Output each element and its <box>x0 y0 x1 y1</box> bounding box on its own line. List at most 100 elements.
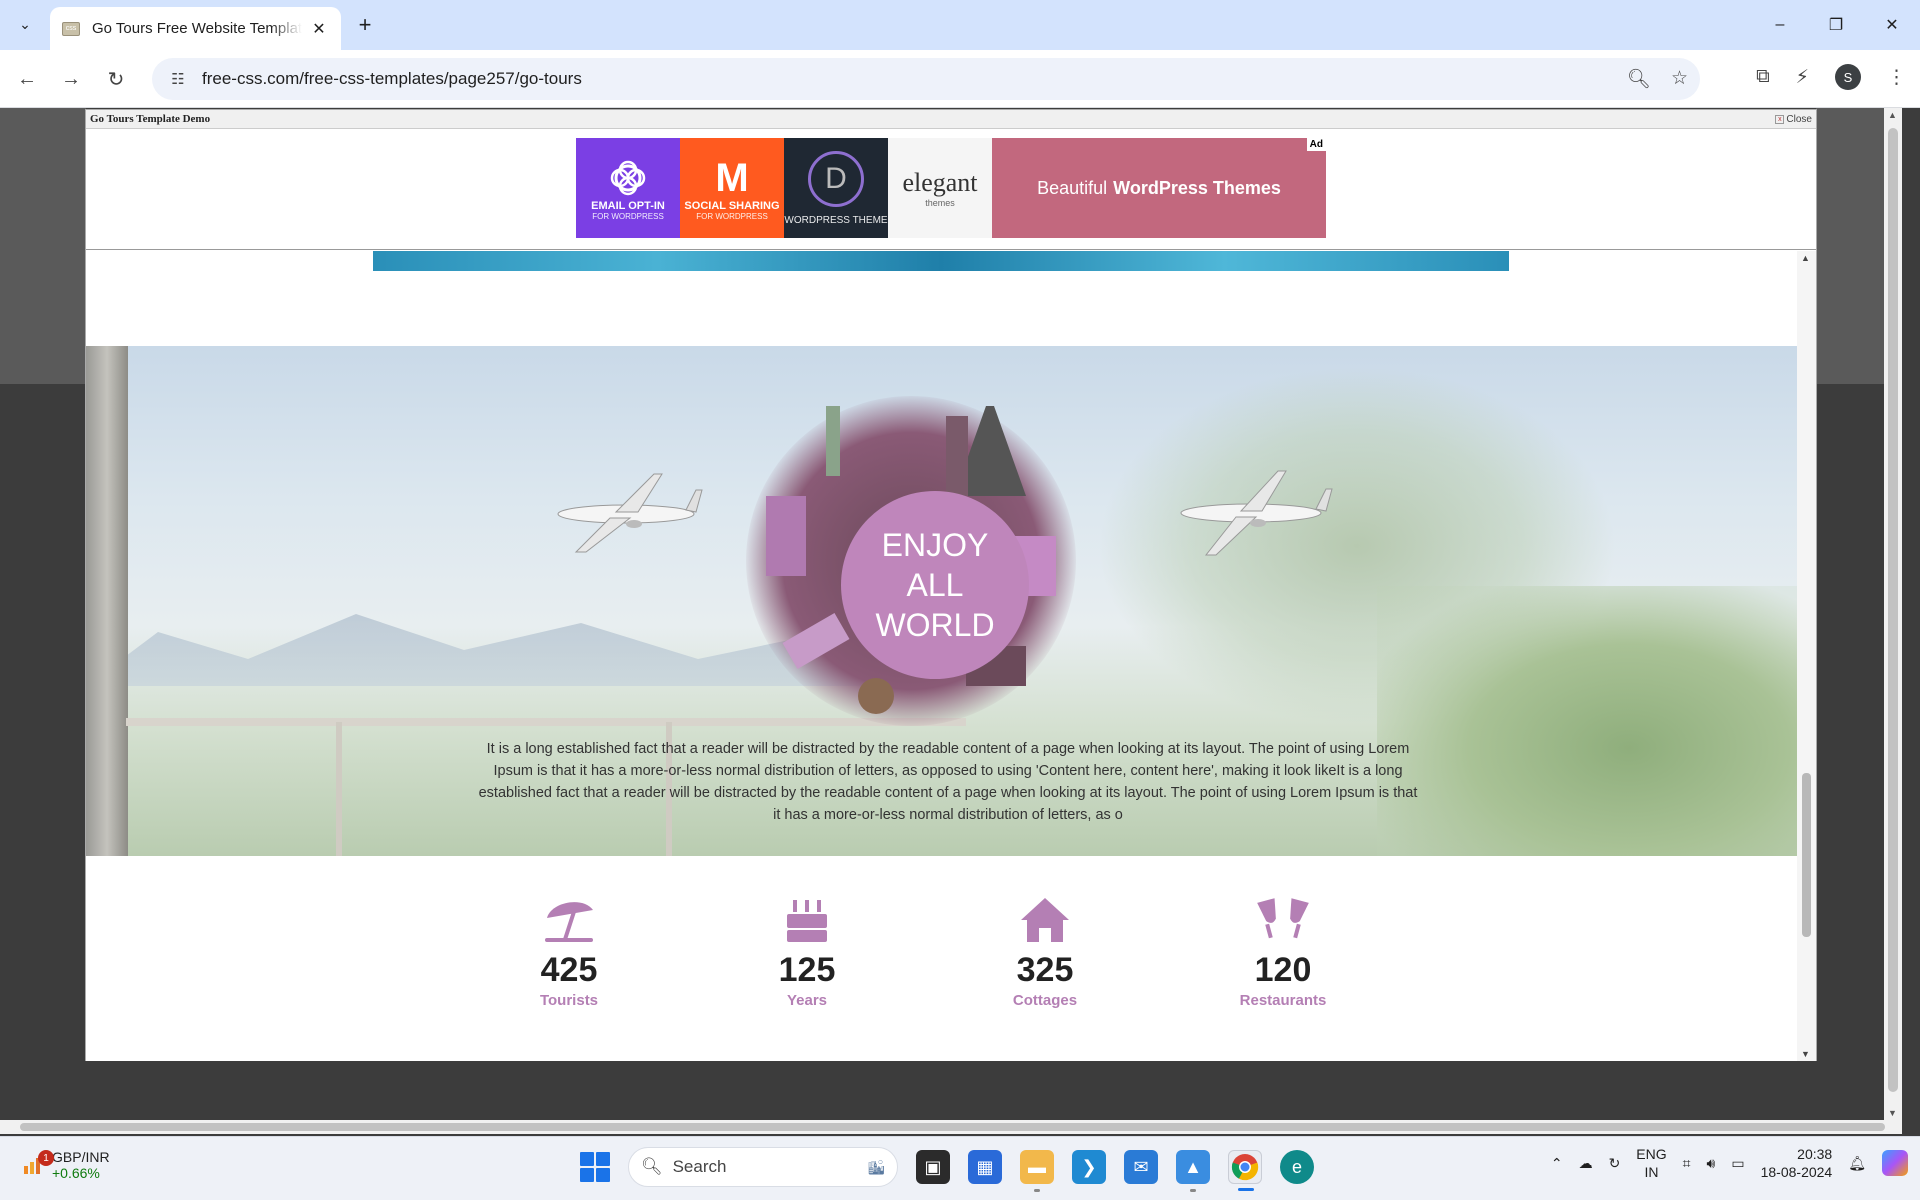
frame-scrollbar-thumb[interactable] <box>1802 773 1811 937</box>
scroll-down-icon[interactable]: ▼ <box>1801 1049 1810 1059</box>
task-view-icon[interactable]: ▣ <box>916 1150 950 1184</box>
ad-tile-social-sharing[interactable]: M SOCIAL SHARING FOR WORDPRESS <box>680 138 784 238</box>
tab-search-button[interactable]: ⌄ <box>10 9 40 39</box>
monarch-logo-icon: M <box>715 155 749 200</box>
ad-tile-elegant-themes[interactable]: elegant themes <box>888 138 992 238</box>
page-scrollbar[interactable]: ▲ ▼ <box>1884 108 1902 1120</box>
window-close-icon[interactable]: ✕ <box>1864 0 1920 50</box>
windows-taskbar: 1 GBP/INR +0.66% 🔍︎ Search 🏙︎ ▣ ▦ ▬ ❯ ✉ … <box>0 1136 1920 1200</box>
enjoy-line: WORLD <box>875 607 995 643</box>
stat-number: 425 <box>540 951 598 989</box>
stat-label: Cottages <box>1012 992 1078 1009</box>
chrome-icon[interactable] <box>1228 1150 1262 1191</box>
stock-name: GBP/INR <box>52 1149 110 1165</box>
ad-tile-sublabel: FOR WORDPRESS <box>696 211 768 221</box>
reload-icon[interactable]: ↻ <box>103 66 129 92</box>
ad-headline[interactable]: Beautiful WordPress Themes Ad <box>992 138 1326 238</box>
ad-tile-divi[interactable]: D WORDPRESS THEME <box>784 138 888 238</box>
stock-widget[interactable]: 1 GBP/INR +0.66% <box>22 1149 110 1181</box>
battery-icon[interactable]: ▭ <box>1731 1155 1744 1172</box>
forward-icon[interactable]: → <box>58 66 84 92</box>
ad-tile-sublabel: FOR WORDPRESS <box>592 211 664 221</box>
url-text[interactable]: free-css.com/free-css-templates/page257/… <box>202 69 582 89</box>
minimize-icon[interactable]: – <box>1752 0 1808 50</box>
extensions-icon[interactable]: ⧉ <box>1756 66 1770 88</box>
hero-paragraph: It is a long established fact that a rea… <box>478 741 1418 823</box>
site-content: ENJOY ALL WORLD It is a long established… <box>86 251 1797 1061</box>
scroll-down-icon[interactable]: ▼ <box>1888 1108 1897 1118</box>
wifi-icon[interactable]: ⌗ <box>1683 1155 1691 1172</box>
copilot-icon[interactable] <box>1882 1150 1908 1176</box>
ad-headline-plain: Beautiful <box>1037 177 1108 198</box>
tree-trunk-background <box>86 346 128 856</box>
scroll-up-icon[interactable]: ▲ <box>1888 110 1897 120</box>
bloom-logo-icon <box>610 160 646 195</box>
onedrive-icon[interactable]: ☁ <box>1579 1155 1593 1172</box>
file-explorer-icon[interactable]: ▬ <box>1020 1150 1054 1192</box>
airplane-right-icon <box>1180 470 1333 556</box>
ad-badge: Ad <box>1306 138 1326 151</box>
taskbar-search[interactable]: 🔍︎ Search 🏙︎ <box>628 1147 898 1187</box>
search-icon: 🔍︎ <box>641 1157 663 1176</box>
stat-label: Years <box>786 992 828 1009</box>
ad-banner[interactable]: EMAIL OPT-IN FOR WORDPRESS M SOCIAL SHAR… <box>576 138 1326 238</box>
frame-scrollbar[interactable]: ▲ ▼ <box>1797 251 1816 1061</box>
ad-area: EMAIL OPT-IN FOR WORDPRESS M SOCIAL SHAR… <box>86 130 1816 250</box>
restore-icon[interactable]: ❐ <box>1808 0 1864 50</box>
new-tab-button[interactable]: + <box>354 12 376 38</box>
notification-badge: 1 <box>38 1150 54 1166</box>
water-strip-image <box>373 251 1509 271</box>
favicon-icon: css <box>62 21 80 36</box>
language-indicator[interactable]: ENG IN <box>1636 1145 1666 1181</box>
horizontal-scrollbar-thumb[interactable] <box>20 1123 1885 1131</box>
address-bar[interactable]: ☷ free-css.com/free-css-templates/page25… <box>152 58 1700 100</box>
clock-time: 20:38 <box>1797 1146 1833 1162</box>
profile-avatar[interactable]: S <box>1835 64 1861 90</box>
menu-kebab-icon[interactable]: ⋮ <box>1887 66 1906 89</box>
stat-restaurants: 120 Restaurants <box>1183 896 1383 1009</box>
volume-icon[interactable]: 🔊︎ <box>1707 1155 1716 1172</box>
photos-icon[interactable]: ▲ <box>1176 1150 1210 1192</box>
elegant-themes-logo: elegant <box>902 168 978 197</box>
back-icon[interactable]: ← <box>14 66 40 92</box>
page-scrollbar-thumb[interactable] <box>1888 128 1898 1092</box>
zoom-icon[interactable]: 🔍︎ <box>1627 67 1651 91</box>
birthday-cake-icon <box>787 900 827 942</box>
store-icon[interactable]: ▦ <box>968 1150 1002 1184</box>
notification-bell-icon[interactable]: 🔔︎ <box>1848 1155 1866 1172</box>
bookmark-star-icon[interactable]: ☆ <box>1671 67 1688 91</box>
stock-chart-icon: 1 <box>22 1150 54 1176</box>
enjoy-line: ENJOY <box>881 527 989 563</box>
vscode-icon[interactable]: ❯ <box>1072 1150 1106 1184</box>
horizontal-scrollbar[interactable] <box>0 1120 1902 1134</box>
performance-icon[interactable]: ⚡ <box>1796 66 1809 89</box>
tab-close-icon[interactable]: ✕ <box>309 19 329 39</box>
enjoy-world-circle: ENJOY ALL WORLD <box>841 491 1029 679</box>
language-code: ENG <box>1636 1146 1667 1162</box>
windows-start-icon[interactable] <box>580 1152 610 1182</box>
stat-tourists: 425 Tourists <box>469 896 669 1009</box>
tray-overflow-icon[interactable]: ⌃ <box>1551 1155 1563 1172</box>
stat-number: 325 <box>1016 951 1074 989</box>
edge-icon[interactable]: e <box>1280 1150 1314 1184</box>
scroll-up-icon[interactable]: ▲ <box>1801 253 1810 263</box>
demo-frame-close-button[interactable]: x Close <box>1775 114 1812 125</box>
chevron-down-icon: ⌄ <box>19 15 31 32</box>
enjoy-line: ALL <box>906 567 964 603</box>
browser-tab-bar: ⌄ css Go Tours Free Website Template ✕ +… <box>0 0 1920 50</box>
site-info-icon[interactable]: ☷ <box>158 70 198 88</box>
sync-icon[interactable]: ↻ <box>1609 1155 1621 1172</box>
page-viewport: Go Tours Template Demo x Close EMAIL OPT… <box>0 108 1902 1120</box>
ad-tile-label: SOCIAL SHARING <box>684 199 780 212</box>
stats-section: 425 Tourists 125 Years 325 Cottages 120 … <box>86 856 1797 1061</box>
browser-tab-active[interactable]: css Go Tours Free Website Template ✕ <box>50 7 341 50</box>
demo-frame-header: Go Tours Template Demo x Close <box>86 110 1816 129</box>
demo-frame-title: Go Tours Template Demo <box>90 113 211 125</box>
ad-tile-email-optin[interactable]: EMAIL OPT-IN FOR WORDPRESS <box>576 138 680 238</box>
search-highlight-icon: 🏙︎ <box>867 1158 885 1175</box>
ad-tile-label: EMAIL OPT-IN <box>591 199 665 212</box>
demo-frame: Go Tours Template Demo x Close EMAIL OPT… <box>85 109 1817 1061</box>
mail-icon[interactable]: ✉ <box>1124 1150 1158 1184</box>
clock[interactable]: 20:38 18-08-2024 <box>1761 1145 1833 1181</box>
close-icon: x <box>1775 114 1785 124</box>
